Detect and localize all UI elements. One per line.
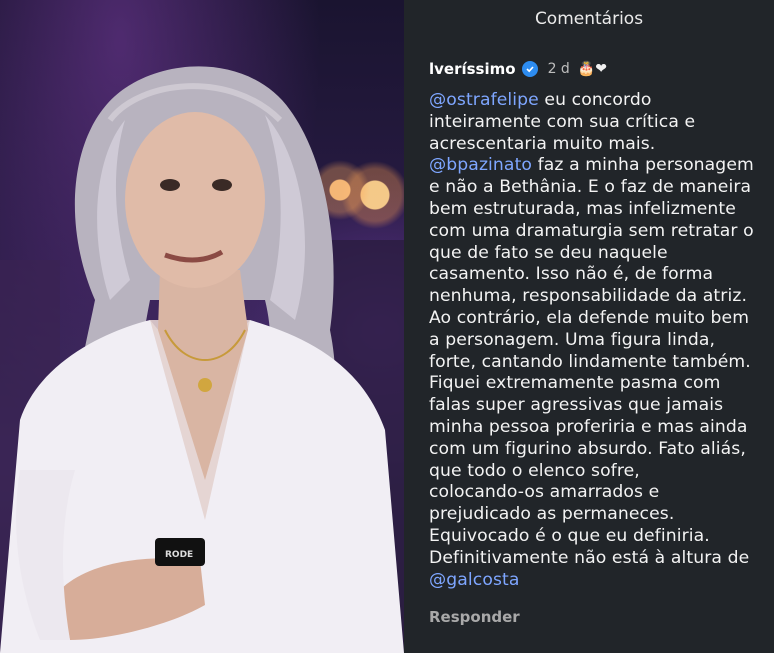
microphone-brand-text: RODE (165, 550, 193, 560)
screen: RODE Comentários lveríssimo 2 d 🎂❤ @ostr… (0, 0, 774, 653)
comment-line: forte, cantando lindamente também. (429, 352, 774, 374)
comment-header: lveríssimo 2 d 🎂❤ (429, 60, 607, 78)
verified-badge-icon (521, 61, 538, 77)
comment-line: que todo o elenco sofre, (429, 461, 774, 483)
comments-panel: Comentários lveríssimo 2 d 🎂❤ @ostrafeli… (404, 0, 774, 653)
comment-text-segment: inteiramente com sua crítica e (429, 111, 696, 132)
comment-line: com uma dramaturgia sem retratar o (429, 221, 774, 243)
comment-line: acrescentaria muito mais. (429, 134, 774, 156)
comment-text-segment: Fiquei extremamente pasma com (429, 373, 721, 394)
comment-text-segment: prejudicado as permaneces. (429, 504, 675, 525)
comment-text-segment: nenhuma, responsabilidade da atriz. (429, 286, 748, 307)
comment-line: prejudicado as permaneces. (429, 504, 774, 526)
comment-line: @galcosta (429, 570, 774, 592)
comment-line: a personagem. Uma figura linda, (429, 330, 774, 352)
mention-link[interactable]: @bpazinato (429, 155, 532, 175)
comment-line: casamento. Isso não é, de forma (429, 264, 774, 286)
comment-text-segment: Equivocado é o que eu definiria. (429, 525, 710, 546)
mention-link[interactable]: @galcosta (429, 570, 520, 590)
portrait-photo: RODE (0, 66, 404, 653)
comment-line: que de fato se deu naquele (429, 243, 774, 265)
comment-text: @ostrafelipe eu concordo inteiramente com… (429, 90, 774, 591)
comment-text-segment: forte, cantando lindamente também. (429, 351, 751, 372)
comment-line: e não a Bethânia. E o faz de maneira (429, 177, 774, 199)
comment-text-segment: e não a Bethânia. E o faz de maneira (429, 177, 752, 198)
comment-line: com um figurino absurdo. Fato aliás, (429, 439, 774, 461)
comment-text-segment: falas super agressivas que jamais (429, 395, 724, 416)
comment-line: @ostrafelipe eu concordo (429, 90, 774, 112)
comment-text-segment: bem estruturada, mas infelizmente (429, 198, 736, 219)
cake-heart-emoji-icon: 🎂❤ (577, 61, 607, 77)
comment-line: nenhuma, responsabilidade da atriz. (429, 286, 774, 308)
comment-username[interactable]: lveríssimo (429, 60, 516, 78)
comment-text-segment: que todo o elenco sofre, (429, 460, 640, 481)
comment-text-segment: faz a minha personagem (532, 155, 754, 176)
comment-line: falas super agressivas que jamais (429, 395, 774, 417)
comment-text-segment: com um figurino absurdo. Fato aliás, (429, 438, 746, 459)
comment-text-segment: eu concordo (538, 90, 652, 110)
comment-line: colocando-os amarrados e (429, 482, 774, 504)
comment-line: Ao contrário, ela defende muito bem (429, 308, 774, 330)
comment-text-segment: acrescentaria muito mais. (429, 133, 656, 154)
comment-text-segment: colocando-os amarrados e (429, 482, 660, 503)
comment-text-segment: a personagem. Uma figura linda, (429, 329, 716, 350)
comment-line: @bpazinato faz a minha personagem (429, 155, 774, 177)
comment-text-segment: que de fato se deu naquele (429, 242, 668, 263)
comment-line: Fiquei extremamente pasma com (429, 373, 774, 395)
reply-button[interactable]: Responder (429, 608, 520, 626)
comment-text-segment: Ao contrário, ela defende muito bem (429, 307, 750, 328)
photo-panel: RODE (0, 0, 404, 653)
comment-line: inteiramente com sua crítica e (429, 112, 774, 134)
comment-line: bem estruturada, mas infelizmente (429, 199, 774, 221)
comments-title: Comentários (534, 9, 644, 29)
comment-text-segment: Definitivamente não está à altura de (429, 547, 750, 568)
comment-text-segment: minha pessoa proferiria e mas ainda (429, 416, 748, 437)
comment-time: 2 d (547, 61, 570, 77)
comment-text-segment: com uma dramaturgia sem retratar o (429, 220, 754, 241)
comment-line: minha pessoa proferiria e mas ainda (429, 417, 774, 439)
mention-link[interactable]: @ostrafelipe (429, 90, 539, 110)
comment-text-segment: casamento. Isso não é, de forma (429, 264, 714, 285)
comment-line: Equivocado é o que eu definiria. (429, 526, 774, 548)
comment-line: Definitivamente não está à altura de (429, 548, 774, 570)
